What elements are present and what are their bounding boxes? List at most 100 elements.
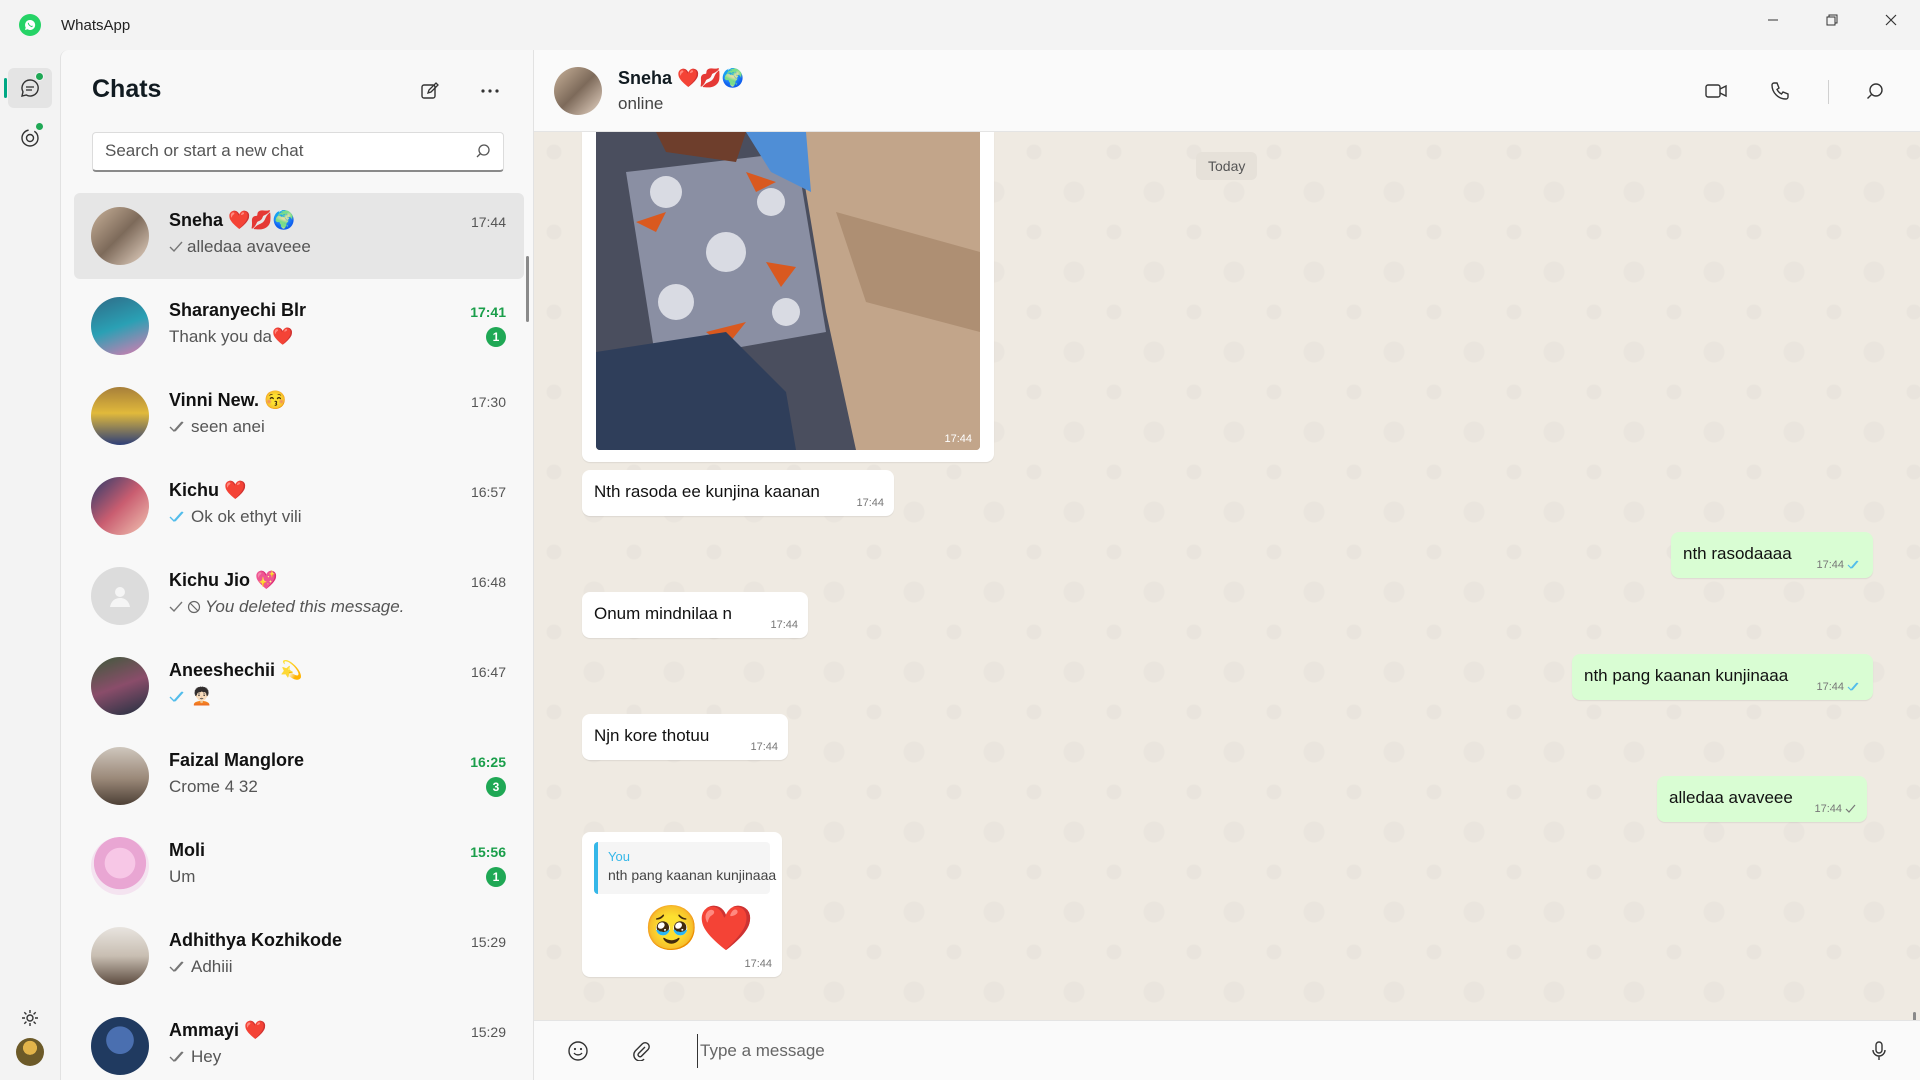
- rail-chats-button[interactable]: [8, 68, 52, 108]
- avatar: [91, 837, 149, 895]
- chat-preview: alledaa avaveee: [169, 237, 311, 257]
- chat-preview: You deleted this message.: [169, 597, 404, 617]
- outgoing-message[interactable]: nth pang kaanan kunjinaaa 17:44: [1572, 654, 1873, 700]
- chat-preview-text: Thank you da❤️: [169, 327, 294, 346]
- chat-time: 16:47: [470, 664, 506, 680]
- incoming-message[interactable]: Onum mindnilaa n 17:44: [582, 592, 808, 638]
- avatar: [91, 1017, 149, 1075]
- quoted-message[interactable]: You nth pang kaanan kunjinaaa: [594, 842, 776, 894]
- chat-preview: Hey: [169, 1047, 221, 1067]
- chat-preview: Thank you da❤️: [169, 327, 293, 347]
- chat-item-moli[interactable]: Moli 15:56 Um 1: [74, 823, 524, 913]
- paperclip-icon: [633, 1042, 650, 1061]
- chat-time: 17:44: [470, 214, 506, 230]
- chat-item-sharanyechi[interactable]: Sharanyechi Blr 17:41 Thank you da❤️ 1: [74, 283, 524, 373]
- search-in-chat-button[interactable]: [1857, 73, 1893, 109]
- panel-title: Chats: [92, 75, 162, 103]
- quoted-text: nth pang kaanan kunjinaaa: [608, 867, 777, 883]
- avatar: [91, 927, 149, 985]
- chat-preview-text: Ok ok ethyt vili: [191, 507, 302, 526]
- message-meta: 17:44: [744, 958, 772, 970]
- chat-preview: Crome 4 32: [169, 777, 258, 797]
- restore-button[interactable]: [1802, 0, 1861, 40]
- profile-avatar[interactable]: [16, 1038, 44, 1066]
- chat-name: Vinni New. 😚: [169, 390, 287, 410]
- contact-name[interactable]: Sneha ❤️💋🌍: [618, 68, 744, 89]
- emoji-button[interactable]: [560, 1033, 596, 1069]
- new-chat-button[interactable]: [412, 73, 448, 109]
- outgoing-message[interactable]: alledaa avaveee 17:44: [1657, 776, 1867, 822]
- chat-item-kichu-jio[interactable]: Kichu Jio 💖 16:48 You deleted this messa…: [74, 553, 524, 643]
- outgoing-message[interactable]: nth rasodaaaa 17:44: [1671, 532, 1873, 578]
- microphone-icon: [1872, 1041, 1886, 1060]
- message-text: Nth rasoda ee kunjina kaanan: [594, 482, 820, 501]
- chat-list-panel: Chats Sneha ❤️💋🌍 17:44 alledaa avaveee S…: [60, 50, 534, 1080]
- chat-preview-text: alledaa avaveee: [187, 237, 311, 256]
- compose-icon: [421, 82, 439, 99]
- chat-item-ammayi[interactable]: Ammayi ❤️ 15:29 Hey: [74, 1003, 524, 1080]
- chat-name: Sneha ❤️💋🌍: [169, 210, 296, 230]
- chat-list: Sneha ❤️💋🌍 17:44 alledaa avaveee Sharany…: [74, 193, 524, 1080]
- chat-item-aneeshechii[interactable]: Aneeshechii 💫 16:47 🧑🏻‍🦱: [74, 643, 524, 733]
- conversation-pane: Sneha ❤️💋🌍 online 17:44 Today Nth rasoda…: [534, 50, 1920, 1080]
- message-area[interactable]: 17:44 Today Nth rasoda ee kunjina kaanan…: [534, 132, 1920, 1020]
- chat-name: Moli: [169, 840, 205, 860]
- chat-preview-text: You deleted this message.: [205, 597, 405, 616]
- video-call-button[interactable]: [1698, 73, 1734, 109]
- close-button[interactable]: [1861, 0, 1920, 40]
- chat-name: Ammayi ❤️: [169, 1020, 267, 1040]
- message-time: 17:44: [944, 433, 972, 445]
- chat-item-adhithya[interactable]: Adhithya Kozhikode 15:29 Adhiii: [74, 913, 524, 1003]
- incoming-message[interactable]: Njn kore thotuu 17:44: [582, 714, 788, 760]
- search-input[interactable]: [93, 133, 453, 169]
- chat-list-scrollbar[interactable]: [526, 256, 529, 322]
- voice-message-button[interactable]: [1861, 1033, 1897, 1069]
- avatar: [91, 387, 149, 445]
- unread-badge: 3: [486, 777, 506, 797]
- smiley-icon: [568, 1041, 588, 1061]
- message-meta: 17:44: [1814, 803, 1857, 815]
- chat-preview-text: Crome 4 32: [169, 777, 258, 796]
- minimize-button[interactable]: [1743, 0, 1802, 40]
- incoming-message[interactable]: Nth rasoda ee kunjina kaanan 17:44: [582, 470, 894, 516]
- search-icon[interactable]: [475, 143, 491, 159]
- image-message[interactable]: 17:44: [582, 132, 994, 462]
- chat-name: Adhithya Kozhikode: [169, 930, 343, 950]
- chat-item-vinni[interactable]: Vinni New. 😚 17:30 seen anei: [74, 373, 524, 463]
- double-tick-read-icon: [169, 511, 184, 523]
- more-options-button[interactable]: [472, 73, 508, 109]
- contact-avatar[interactable]: [554, 67, 602, 115]
- reply-message[interactable]: You nth pang kaanan kunjinaaa 🥹❤️ 17:44: [582, 832, 782, 977]
- chat-item-sneha[interactable]: Sneha ❤️💋🌍 17:44 alledaa avaveee: [74, 193, 524, 279]
- attach-button[interactable]: [623, 1033, 659, 1069]
- message-meta: 17:44: [770, 619, 798, 631]
- gear-icon: [22, 1010, 38, 1026]
- rail-status-button[interactable]: [8, 118, 52, 158]
- chat-item-faizal[interactable]: Faizal Manglore 16:25 Crome 4 32 3: [74, 733, 524, 823]
- avatar: [91, 747, 149, 805]
- messages-scrollbar[interactable]: [1913, 1012, 1916, 1020]
- double-tick-read-icon: [169, 691, 184, 703]
- single-tick-icon: [1845, 804, 1856, 813]
- minimize-icon: [1767, 19, 1778, 21]
- double-tick-icon: [169, 421, 184, 433]
- message-photo[interactable]: 17:44: [596, 132, 980, 450]
- unread-badge: 1: [486, 867, 506, 887]
- message-time: 17:44: [1816, 559, 1844, 571]
- message-input[interactable]: [697, 1034, 1827, 1068]
- chat-item-kichu[interactable]: Kichu ❤️ 16:57 Ok ok ethyt vili: [74, 463, 524, 553]
- chat-time: 15:29: [470, 934, 506, 950]
- emoji-message: 🥹❤️: [644, 904, 754, 953]
- rail-settings-button[interactable]: [8, 998, 52, 1038]
- whatsapp-logo-icon: [19, 14, 41, 36]
- chat-time: 17:30: [470, 394, 506, 410]
- deleted-icon: [187, 600, 201, 614]
- search-box: [92, 132, 504, 172]
- voice-call-button[interactable]: [1762, 73, 1798, 109]
- chat-preview-text: seen anei: [191, 417, 265, 436]
- chat-preview: 🧑🏻‍🦱: [169, 687, 212, 707]
- close-icon: [1885, 14, 1896, 26]
- chat-preview-text: Adhiii: [191, 957, 233, 976]
- panel-header: Chats: [61, 50, 533, 128]
- avatar: [91, 297, 149, 355]
